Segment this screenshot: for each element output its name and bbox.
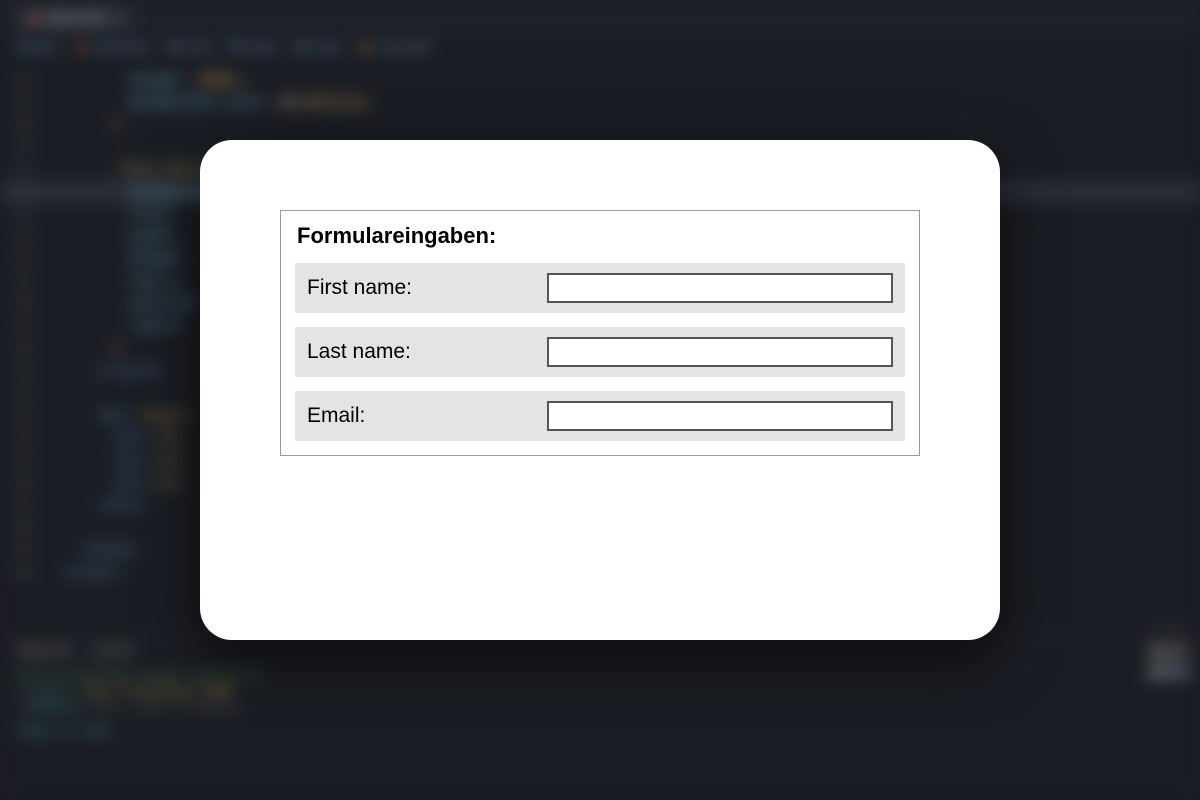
file-tab[interactable]: ◆ index.html ✕ <box>15 4 134 32</box>
breadcrumb-item[interactable]: index.html <box>94 40 149 54</box>
preview-card: Formulareingaben: First name: Last name:… <box>200 140 1000 640</box>
terminal-panel: PROBLEMS OUTPUT vite v2.8.18 dev server … <box>0 635 1200 800</box>
breadcrumb: Flexbox › ◆ index.html › ⬒ html › ⬒ body… <box>0 35 1200 59</box>
form-row-email: Email: <box>295 391 905 441</box>
lastname-input[interactable] <box>547 337 893 367</box>
terminal-tab[interactable]: ▣ zsh <box>1145 642 1192 659</box>
add-terminal-icon[interactable]: + ˅ … <box>1145 620 1192 634</box>
breadcrumb-item[interactable]: body <box>250 40 276 54</box>
html-file-icon: ◆ <box>29 10 39 26</box>
firstname-input[interactable] <box>547 273 893 303</box>
firstname-label: First name: <box>307 276 547 300</box>
chevron-right-icon: › <box>219 40 223 54</box>
tab-filename: index.html <box>45 10 104 25</box>
email-input[interactable] <box>547 401 893 431</box>
panel-tabs: PROBLEMS OUTPUT <box>15 644 1185 658</box>
breadcrumb-item[interactable]: .flex-child <box>379 40 430 54</box>
breadcrumb-item[interactable]: style <box>316 40 341 54</box>
form-legend: Formulareingaben: <box>295 223 905 249</box>
close-icon[interactable]: ✕ <box>110 11 120 25</box>
tab-output[interactable]: OUTPUT <box>93 644 136 658</box>
element-icon: ⬒ <box>296 40 307 54</box>
tab-problems[interactable]: PROBLEMS <box>15 644 73 658</box>
email-label: Email: <box>307 404 547 428</box>
form-row-lastname: Last name: <box>295 327 905 377</box>
form-row-firstname: First name: <box>295 263 905 313</box>
terminal-line: > Local: http://localhost:3000 <box>15 684 1185 698</box>
terminal-line: > Network: use --host to expose <box>15 700 1185 714</box>
form-fieldset: Formulareingaben: First name: Last name:… <box>280 210 920 456</box>
lastname-label: Last name: <box>307 340 547 364</box>
terminal-tabs: + ˅ … ▣ zsh ▣ zsh <box>1145 620 1192 680</box>
element-icon: ⬒ <box>231 40 242 54</box>
chevron-right-icon: › <box>157 40 161 54</box>
chevron-right-icon: › <box>65 40 69 54</box>
breadcrumb-item[interactable]: Flexbox <box>15 40 57 54</box>
breadcrumb-item[interactable]: html <box>188 40 211 54</box>
html-file-icon: ◆ <box>77 40 86 54</box>
class-icon: ◉ <box>360 40 370 54</box>
terminal-line: ready in 71ms. <box>15 724 116 738</box>
terminal-line: vite v2.8.18 dev server running at: <box>15 668 268 682</box>
tab-bar: ◆ index.html ✕ <box>0 0 1200 35</box>
chevron-right-icon: › <box>284 40 288 54</box>
chevron-right-icon: › <box>348 40 352 54</box>
terminal-tab[interactable]: ▣ zsh <box>1145 663 1192 680</box>
element-icon: ⬒ <box>169 40 180 54</box>
